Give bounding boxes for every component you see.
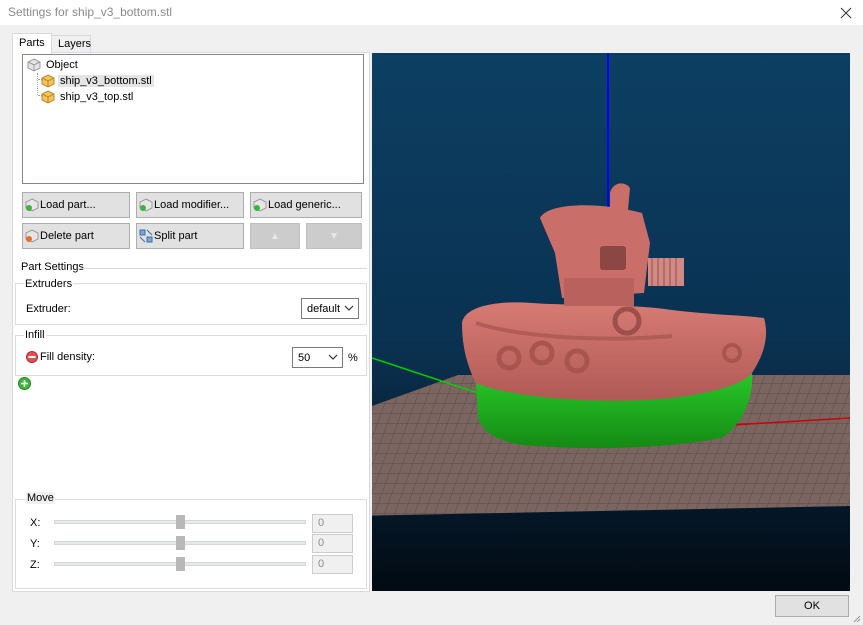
tree-item-object[interactable]: Object bbox=[27, 57, 80, 73]
delete-part-icon bbox=[25, 229, 39, 243]
title-bar: Settings for ship_v3_bottom.stl bbox=[0, 0, 863, 26]
infill-title: Infill bbox=[24, 329, 46, 341]
fill-density-row: Fill density: bbox=[26, 351, 95, 363]
arrow-up-icon: ▲ bbox=[270, 230, 280, 242]
tab-parts[interactable]: Parts bbox=[12, 33, 52, 54]
move-x-label: X: bbox=[30, 517, 41, 529]
fill-density-unit: % bbox=[348, 352, 358, 364]
cube-icon bbox=[27, 58, 41, 72]
remove-setting-icon[interactable] bbox=[26, 351, 38, 363]
load-modifier-button[interactable]: Load modifier... bbox=[136, 192, 244, 218]
part-cube-icon bbox=[41, 74, 55, 88]
parts-panel: Object ship_v3_bottom.stl ship_v3_top.st… bbox=[12, 52, 370, 592]
close-button[interactable] bbox=[829, 0, 863, 26]
fill-density-select[interactable]: 50 bbox=[292, 347, 343, 368]
part-settings-title: Part Settings bbox=[20, 261, 85, 273]
load-generic-button[interactable]: Load generic... bbox=[250, 192, 362, 218]
load-part-button[interactable]: Load part... bbox=[22, 192, 130, 218]
load-modifier-icon bbox=[139, 198, 153, 212]
move-y-label: Y: bbox=[30, 538, 40, 550]
move-z-label: Z: bbox=[30, 559, 40, 571]
parts-tree[interactable]: Object ship_v3_bottom.stl ship_v3_top.st… bbox=[22, 54, 364, 184]
ok-button[interactable]: OK bbox=[775, 595, 849, 617]
move-up-button[interactable]: ▲ bbox=[250, 223, 300, 249]
move-z-slider-thumb[interactable] bbox=[175, 557, 185, 571]
tree-item-part[interactable]: ship_v3_bottom.stl bbox=[41, 73, 154, 89]
move-z-field[interactable]: 0 bbox=[312, 555, 353, 574]
move-y-field[interactable]: 0 bbox=[312, 534, 353, 553]
split-part-button[interactable]: Split part bbox=[136, 223, 244, 249]
move-title: Move bbox=[26, 492, 55, 504]
extruder-select[interactable]: default bbox=[301, 298, 359, 319]
3d-preview-viewport[interactable] bbox=[372, 53, 850, 591]
tree-item-part[interactable]: ship_v3_top.stl bbox=[41, 89, 135, 105]
part-cube-icon bbox=[41, 90, 55, 104]
split-part-icon bbox=[139, 229, 153, 243]
arrow-down-icon: ▼ bbox=[329, 230, 339, 242]
chevron-down-icon bbox=[344, 305, 354, 311]
delete-part-button[interactable]: Delete part bbox=[22, 223, 130, 249]
fill-density-label: Fill density: bbox=[40, 351, 96, 363]
move-x-field[interactable]: 0 bbox=[312, 514, 353, 533]
move-y-slider-thumb[interactable] bbox=[175, 536, 185, 550]
extruder-label: Extruder: bbox=[26, 303, 71, 315]
load-generic-icon bbox=[253, 198, 267, 212]
extruders-title: Extruders bbox=[24, 278, 74, 290]
move-down-button[interactable]: ▼ bbox=[306, 223, 362, 249]
resize-grip-icon[interactable] bbox=[851, 613, 861, 623]
plus-circle-icon[interactable] bbox=[18, 377, 31, 390]
close-icon bbox=[840, 7, 852, 19]
load-part-icon bbox=[25, 198, 39, 212]
window-title: Settings for ship_v3_bottom.stl bbox=[8, 5, 173, 19]
tab-layers[interactable]: Layers bbox=[51, 35, 91, 53]
chevron-down-icon bbox=[328, 354, 338, 360]
move-x-slider-thumb[interactable] bbox=[175, 515, 185, 529]
